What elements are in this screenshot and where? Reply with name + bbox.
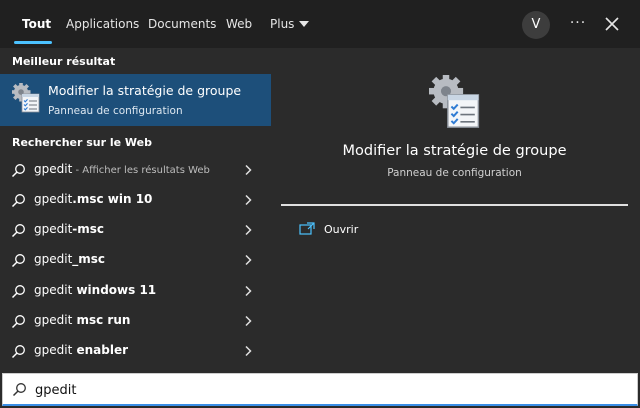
web-result-query: gpedit: [34, 222, 73, 236]
web-result-completion: -msc: [72, 222, 105, 236]
web-result-completion: .msc win 10: [72, 192, 153, 206]
close-icon: [605, 17, 619, 31]
active-tab-indicator: [14, 41, 52, 44]
chevron-right-icon: [245, 164, 252, 176]
search-icon: [11, 164, 25, 178]
user-avatar[interactable]: V: [522, 11, 550, 39]
preview-title: Modifier la stratégie de groupe: [342, 143, 567, 159]
tab-more-label: Plus: [270, 17, 295, 31]
web-result-text: gpedit windows 11: [34, 283, 156, 297]
web-result-completion: windows 11: [72, 283, 157, 297]
web-result-query: gpedit: [34, 283, 73, 297]
web-result-item[interactable]: gpedit windows 11: [0, 276, 271, 306]
web-result-item[interactable]: gpedit - Afficher les résultats Web: [0, 155, 271, 185]
web-result-query: gpedit: [34, 343, 73, 357]
web-result-query: gpedit: [34, 252, 73, 266]
section-title-web: Rechercher sur le Web: [12, 136, 153, 149]
web-result-query: gpedit: [34, 162, 73, 176]
best-match-title: Modifier la stratégie de groupe: [48, 83, 242, 98]
web-result-hint: - Afficher les résultats Web: [72, 165, 210, 176]
close-button[interactable]: [600, 12, 624, 36]
group-policy-icon: [12, 83, 40, 113]
web-result-query: gpedit: [34, 192, 73, 206]
group-policy-icon: [429, 75, 480, 128]
web-result-text: gpedit.msc win 10: [34, 192, 152, 206]
web-result-item[interactable]: gpedit-msc: [0, 215, 271, 245]
top-bar: Tout Applications Documents Web Plus V ·…: [0, 0, 640, 48]
web-result-item[interactable]: gpedit msc run: [0, 306, 271, 336]
preview-pane: Modifier la stratégie de groupe Panneau …: [281, 57, 628, 372]
web-result-completion: enabler: [72, 343, 128, 357]
chevron-right-icon: [245, 194, 252, 206]
web-result-text: gpedit-msc: [34, 222, 104, 236]
web-result-completion: msc run: [72, 313, 131, 327]
results-list: Meilleur résultat Modifier la stratégie …: [0, 48, 271, 372]
search-icon: [11, 315, 25, 329]
preview-divider: [281, 204, 628, 206]
best-match-item[interactable]: Modifier la stratégie de groupe Panneau …: [0, 74, 271, 126]
web-result-item[interactable]: gpedit.msc win 10: [0, 185, 271, 215]
dropdown-arrow-icon: [299, 20, 310, 27]
search-icon: [11, 224, 25, 238]
tab-applications[interactable]: Applications: [66, 0, 139, 48]
open-action-label: Ouvrir: [324, 223, 359, 236]
web-result-text: gpedit msc run: [34, 313, 130, 327]
web-result-item[interactable]: gpedit enabler: [0, 336, 271, 366]
web-result-text: gpedit_msc: [34, 252, 105, 266]
search-icon: [11, 194, 25, 208]
tab-web[interactable]: Web: [226, 0, 252, 48]
search-box[interactable]: [2, 373, 638, 406]
search-icon: [11, 345, 25, 359]
chevron-right-icon: [245, 315, 252, 327]
chevron-right-icon: [245, 285, 252, 297]
more-options-button[interactable]: ···: [564, 8, 592, 40]
preview-subtitle: Panneau de configuration: [387, 167, 522, 179]
search-icon: [12, 383, 26, 397]
chevron-right-icon: [245, 254, 252, 266]
search-icon: [11, 285, 25, 299]
tab-documents[interactable]: Documents: [148, 0, 216, 48]
section-title-best: Meilleur résultat: [12, 55, 116, 68]
web-result-completion: _msc: [72, 252, 106, 266]
tab-more[interactable]: Plus: [270, 0, 310, 48]
open-icon: [299, 222, 315, 235]
chevron-right-icon: [245, 345, 252, 357]
web-result-text: gpedit - Afficher les résultats Web: [34, 162, 210, 176]
open-action[interactable]: Ouvrir: [297, 220, 497, 242]
web-result-text: gpedit enabler: [34, 343, 128, 357]
web-result-query: gpedit: [34, 313, 73, 327]
search-icon: [11, 254, 25, 268]
best-match-subtitle: Panneau de configuration: [48, 105, 183, 117]
search-input[interactable]: [35, 379, 615, 401]
chevron-right-icon: [245, 224, 252, 236]
web-result-item[interactable]: gpedit_msc: [0, 245, 271, 275]
